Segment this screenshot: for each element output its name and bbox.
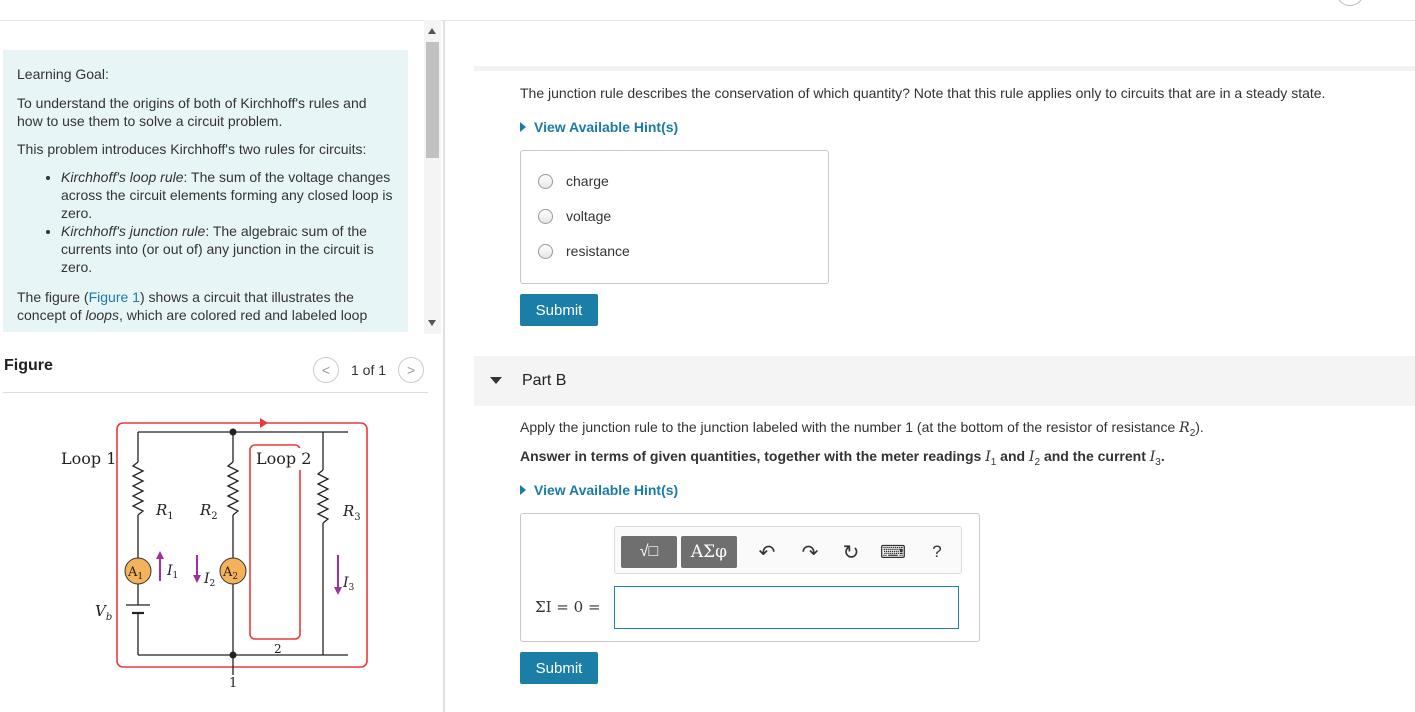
part-b-question: Apply the junction rule to the junction … xyxy=(520,419,1204,439)
r2-symbol: R xyxy=(1179,420,1190,436)
prev-figure-button[interactable]: < xyxy=(313,357,339,383)
rules-list: Kirchhoff's loop rule: The sum of the vo… xyxy=(17,168,394,276)
learning-goal-panel: Learning Goal: To understand the origins… xyxy=(3,50,408,332)
r2-label: R2 xyxy=(199,501,218,522)
symbols-button[interactable]: ΑΣφ xyxy=(681,536,737,568)
instruction-text-2: and the current xyxy=(1040,448,1150,464)
rules-intro: This problem introduces Kirchhoff's two … xyxy=(17,141,367,157)
loop-direction-arrow xyxy=(260,418,268,428)
undo-icon[interactable]: ↶ xyxy=(755,540,779,564)
part-b-instruction: Answer in terms of given quantities, tog… xyxy=(520,448,1165,468)
chevron-left-icon: < xyxy=(321,362,331,378)
part-b-label: Part B xyxy=(522,372,567,389)
figure-link[interactable]: Figure 1 xyxy=(89,289,140,305)
loop1-outline xyxy=(116,422,368,668)
goal-text: To understand the origins of both of Kir… xyxy=(17,95,367,129)
instruction-and: and xyxy=(996,448,1029,464)
figure-divider xyxy=(3,392,428,393)
r1-label: R1 xyxy=(155,501,174,522)
loop1-label: Loop 1 xyxy=(61,449,116,468)
current-i2-arrow xyxy=(193,575,201,583)
hint-label: View Available Hint(s) xyxy=(534,482,679,498)
radio-button[interactable] xyxy=(538,243,553,259)
part-b-header[interactable]: Part B xyxy=(474,356,1415,406)
resistor-r3 xyxy=(316,469,330,524)
top-divider xyxy=(0,20,1415,21)
answer-options: charge voltage resistance xyxy=(520,150,829,284)
node2-label: 2 xyxy=(274,642,282,656)
answer-input[interactable] xyxy=(614,586,959,629)
i1-label: I1 xyxy=(166,563,178,581)
resistor-r2 xyxy=(226,461,240,516)
option-label: charge xyxy=(566,173,609,189)
part-a-question: The junction rule describes the conserva… xyxy=(520,85,1326,101)
loop-rule-name: Kirchhoff's loop rule xyxy=(61,169,184,185)
figure-text-3: , which are colored red and labeled loop xyxy=(118,307,368,323)
loop2-label: Loop 2 xyxy=(256,449,311,468)
caret-down-icon xyxy=(490,377,502,384)
hint-label: View Available Hint(s) xyxy=(534,119,679,135)
scroll-down-arrow[interactable] xyxy=(428,320,436,326)
figure-text-em: loops xyxy=(85,307,119,323)
equation-text: ΣI = 0 = xyxy=(535,598,601,616)
figure-heading: Figure xyxy=(4,357,53,374)
chevron-right-icon: > xyxy=(406,362,416,378)
junction-top xyxy=(229,428,237,436)
i2-label: I2 xyxy=(203,571,215,589)
part-a-hint-toggle[interactable]: View Available Hint(s) xyxy=(520,119,678,135)
math-toolbar: √□ ΑΣφ ↶ ↷ ↻ ⌨ ? xyxy=(614,526,962,574)
goal-scrollbar[interactable] xyxy=(424,20,441,334)
keyboard-icon[interactable]: ⌨ xyxy=(880,540,906,564)
equation-label: ΣI = 0 = xyxy=(535,598,601,616)
scroll-thumb[interactable] xyxy=(426,42,439,158)
option-label: resistance xyxy=(566,243,630,259)
r3-label: R3 xyxy=(342,502,361,523)
circuit-diagram: A1 A2 Loop 1 Loop 2 R1 R2 R3 I1 I2 I3 Vb… xyxy=(61,418,368,691)
header-button[interactable] xyxy=(1336,0,1364,6)
question-text: Apply the junction rule to the junction … xyxy=(520,419,1180,435)
figure-count: 1 of 1 xyxy=(351,362,387,378)
figure-text-1: The figure ( xyxy=(17,289,89,305)
templates-button[interactable]: √□ xyxy=(621,536,677,568)
option-label: voltage xyxy=(566,208,612,224)
junction-1 xyxy=(229,651,237,659)
redo-icon[interactable]: ↷ xyxy=(798,540,822,564)
part-b-submit-button[interactable]: Submit xyxy=(520,652,598,684)
caret-right-icon xyxy=(520,122,526,132)
radio-button[interactable] xyxy=(538,173,553,189)
part-b-hint-toggle[interactable]: View Available Hint(s) xyxy=(520,482,678,498)
figure-pager: < 1 of 1 > xyxy=(313,357,425,383)
option-charge[interactable]: charge xyxy=(538,173,609,189)
junction-rule-item: Kirchhoff's junction rule: The algebraic… xyxy=(61,222,394,276)
loop-rule-item: Kirchhoff's loop rule: The sum of the vo… xyxy=(61,168,394,222)
help-icon[interactable]: ? xyxy=(925,540,949,564)
pane-divider xyxy=(443,20,445,712)
part-a-submit-button[interactable]: Submit xyxy=(520,294,598,326)
junction-rule-name: Kirchhoff's junction rule xyxy=(61,223,206,239)
resistor-r1 xyxy=(131,461,145,516)
instruction-end: . xyxy=(1160,448,1165,464)
reset-icon[interactable]: ↻ xyxy=(839,540,863,564)
caret-right-icon xyxy=(520,485,526,495)
option-voltage[interactable]: voltage xyxy=(538,208,611,224)
instruction-text: Answer in terms of given quantities, tog… xyxy=(520,448,986,464)
current-i1-arrow xyxy=(156,551,164,559)
radio-button[interactable] xyxy=(538,208,553,224)
scroll-up-arrow[interactable] xyxy=(428,28,436,34)
current-i3-arrow xyxy=(334,587,342,595)
next-figure-button[interactable]: > xyxy=(398,357,425,383)
part-a-header xyxy=(474,66,1415,71)
loop2-outline xyxy=(249,444,301,640)
vb-label: Vb xyxy=(95,602,112,623)
question-text-end: ). xyxy=(1195,419,1204,435)
figure-description: The figure (Figure 1) shows a circuit th… xyxy=(17,288,394,324)
template-icon: √□ xyxy=(639,543,659,560)
answer-panel: √□ ΑΣφ ↶ ↷ ↻ ⌨ ? ΣI = 0 = xyxy=(520,513,980,642)
i3-label: I3 xyxy=(342,575,355,593)
option-resistance[interactable]: resistance xyxy=(538,243,630,259)
node1-label: 1 xyxy=(229,676,237,691)
goal-title: Learning Goal: xyxy=(17,66,109,82)
